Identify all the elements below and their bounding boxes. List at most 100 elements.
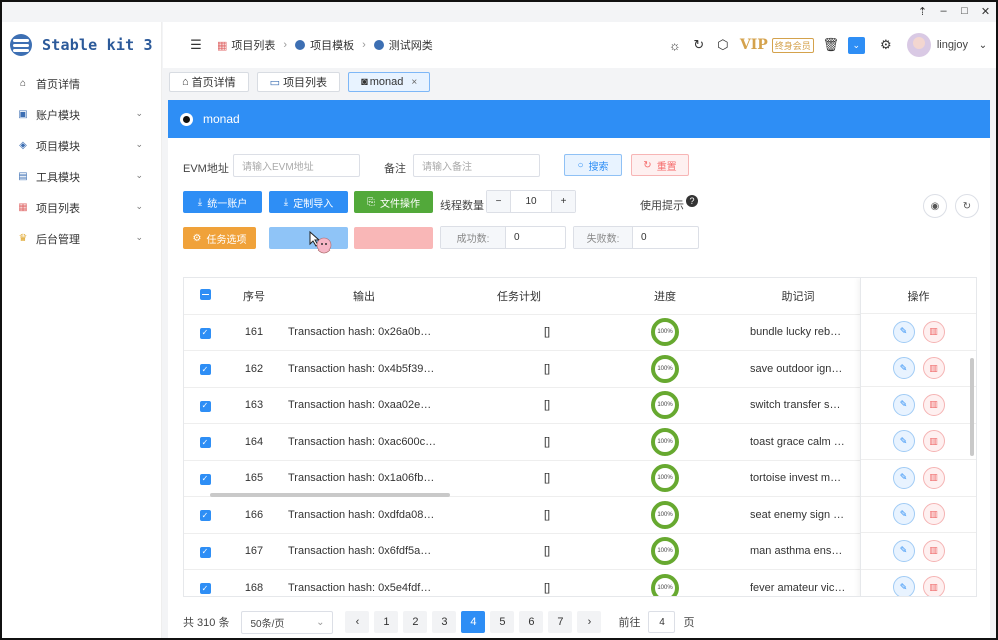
- minus-icon[interactable]: −: [487, 191, 511, 212]
- page-button[interactable]: 1: [374, 611, 399, 633]
- column-header[interactable]: 输出: [282, 278, 446, 315]
- sun-icon[interactable]: ☼: [664, 34, 686, 56]
- chevron-down-icon[interactable]: ⌄: [972, 34, 994, 56]
- table-row[interactable]: ✓ 166 Transaction hash: 0xdfda08…[] 100% sea…: [184, 496, 976, 534]
- tab-monad[interactable]: ◙ monad ×: [348, 72, 431, 92]
- table-row[interactable]: ✓ 168 Transaction hash: 0x5e4fdf…[] 100% fev…: [184, 569, 976, 596]
- delete-button[interactable]: ▥: [922, 430, 945, 453]
- row-checkbox[interactable]: ✓: [199, 400, 211, 412]
- collapse-menu-icon[interactable]: ☰: [185, 34, 207, 56]
- account-icon: ▣: [18, 109, 28, 120]
- next-page-button[interactable]: ›: [577, 611, 602, 633]
- sidebar-item-admin[interactable]: ♛ 后台管理 ⌄: [2, 223, 161, 254]
- goto-page-input[interactable]: 4: [648, 611, 676, 633]
- edit-button[interactable]: ✎: [892, 430, 915, 453]
- edit-button[interactable]: ✎: [892, 320, 915, 343]
- page-button[interactable]: 7: [548, 611, 573, 633]
- unify-account-button[interactable]: ⤓ 统一账户: [183, 191, 262, 213]
- plus-icon[interactable]: +: [551, 191, 575, 212]
- edit-button[interactable]: ✎: [892, 357, 915, 380]
- row-checkbox[interactable]: ✓: [199, 510, 211, 521]
- edit-button[interactable]: ✎: [892, 576, 915, 596]
- prev-page-button[interactable]: ‹: [345, 611, 370, 633]
- cube-icon[interactable]: ⬡: [712, 34, 734, 56]
- sidebar-item-project-module[interactable]: ◈ 项目模块 ⌄: [2, 130, 161, 161]
- horizontal-scrollbar[interactable]: [210, 493, 450, 497]
- close-window-button[interactable]: ✕: [975, 2, 996, 20]
- page-button[interactable]: 4: [461, 611, 486, 633]
- sidebar-item-project-list[interactable]: ▦ 项目列表 ⌄: [2, 192, 161, 223]
- table-row[interactable]: ✓ 162 Transaction hash: 0x4b5f39…[] 100% sav…: [184, 350, 976, 388]
- row-checkbox[interactable]: ✓: [199, 473, 211, 485]
- edit-button[interactable]: ✎: [892, 393, 915, 416]
- pin-top-button[interactable]: ⇡: [912, 2, 933, 20]
- stop-button-disabled[interactable]: [354, 227, 433, 249]
- close-icon[interactable]: ×: [411, 77, 417, 88]
- sidebar-item-tools[interactable]: ▤ 工具模块 ⌄: [2, 161, 161, 192]
- edit-button[interactable]: ✎: [892, 466, 915, 489]
- table-row[interactable]: ✓ 163 Transaction hash: 0xaa02e…[] 100% swit…: [184, 387, 976, 424]
- eye-toggle-button[interactable]: ◉: [923, 194, 947, 218]
- maximize-button[interactable]: □: [954, 2, 975, 20]
- column-header[interactable]: 助记词: [738, 278, 858, 315]
- page-button[interactable]: 3: [432, 611, 457, 633]
- refresh-table-button[interactable]: ↻: [955, 194, 979, 218]
- trash-icon[interactable]: 🗑: [820, 34, 842, 56]
- vip-badge[interactable]: VIP: [740, 37, 768, 53]
- delete-button[interactable]: ▥: [922, 320, 945, 343]
- tab-home[interactable]: ⌂ 首页详情: [169, 72, 249, 92]
- column-header[interactable]: 序号: [226, 278, 282, 315]
- breadcrumb-item[interactable]: 项目模板: [295, 37, 354, 53]
- task-options-button[interactable]: ⚙ 任务选项: [183, 227, 256, 249]
- row-mnemonic: tortoise invest m…: [738, 460, 858, 497]
- sidebar-item-account[interactable]: ▣ 账户模块 ⌄: [2, 99, 161, 130]
- select-all-checkbox[interactable]: [199, 288, 211, 300]
- table-row[interactable]: ✓ 165 Transaction hash: 0x1a06fb…[] 100% tor…: [184, 460, 976, 497]
- vertical-scrollbar[interactable]: [970, 358, 974, 456]
- row-checkbox[interactable]: ✓: [199, 583, 211, 594]
- breadcrumb-item[interactable]: ▦ 项目列表: [217, 37, 275, 53]
- thread-stepper[interactable]: − 10 +: [486, 190, 576, 213]
- delete-button[interactable]: ▥: [922, 576, 945, 596]
- reset-button[interactable]: ↻ 重置: [631, 154, 689, 176]
- thread-value[interactable]: 10: [525, 196, 536, 207]
- evm-input[interactable]: 请输入EVM地址: [233, 154, 360, 177]
- timed-import-button[interactable]: ⤓ 定制导入: [269, 191, 348, 213]
- page-button[interactable]: 6: [519, 611, 544, 633]
- delete-button[interactable]: ▥: [922, 503, 945, 526]
- search-button[interactable]: ○ 搜索: [564, 154, 622, 176]
- home-icon: ⌂: [182, 76, 189, 88]
- edit-button[interactable]: ✎: [892, 539, 915, 562]
- column-header[interactable]: 任务计划: [446, 278, 592, 315]
- help-icon[interactable]: ?: [686, 195, 698, 207]
- edit-button[interactable]: ✎: [892, 503, 915, 526]
- delete-button[interactable]: ▥: [922, 357, 945, 380]
- row-checkbox[interactable]: ✓: [199, 364, 211, 375]
- file-ops-button[interactable]: ⎘ 文件操作: [354, 191, 433, 213]
- table-row[interactable]: ✓ 167 Transaction hash: 0x6fdf5a…[] 100% man…: [184, 533, 976, 570]
- delete-button[interactable]: ▥: [922, 539, 945, 562]
- table-row[interactable]: ✓ 164 Transaction hash: 0xac600c…[] 100% toa…: [184, 423, 976, 461]
- avatar[interactable]: [906, 33, 931, 57]
- page-size-select[interactable]: 50条/页 ⌄: [241, 610, 334, 634]
- column-header[interactable]: 进度: [592, 278, 738, 315]
- row-checkbox[interactable]: ✓: [199, 546, 211, 558]
- refresh-icon[interactable]: ↻: [688, 34, 710, 56]
- table-row[interactable]: ✓ 161 Transaction hash: 0x26a0b…[] 100% bund…: [184, 314, 976, 351]
- dropdown-toggle[interactable]: ⌄: [847, 36, 865, 54]
- tips-label[interactable]: 使用提示: [640, 197, 684, 213]
- delete-button[interactable]: ▥: [922, 466, 945, 489]
- app-logo[interactable]: Stable kit 3: [2, 22, 161, 68]
- sidebar-item-home[interactable]: ⌂ 首页详情: [2, 68, 161, 99]
- note-input[interactable]: 请输入备注: [413, 154, 540, 177]
- delete-button[interactable]: ▥: [922, 393, 945, 416]
- edit-icon: ✎: [899, 326, 908, 337]
- username[interactable]: lingjoy: [937, 39, 968, 51]
- minimize-button[interactable]: –: [933, 2, 954, 20]
- gear-icon[interactable]: ⚙: [875, 34, 897, 56]
- page-button[interactable]: 2: [403, 611, 428, 633]
- tab-project-list[interactable]: ▭ 项目列表: [256, 72, 341, 92]
- page-button[interactable]: 5: [490, 611, 515, 633]
- row-checkbox[interactable]: ✓: [199, 437, 211, 448]
- row-checkbox[interactable]: ✓: [199, 327, 211, 339]
